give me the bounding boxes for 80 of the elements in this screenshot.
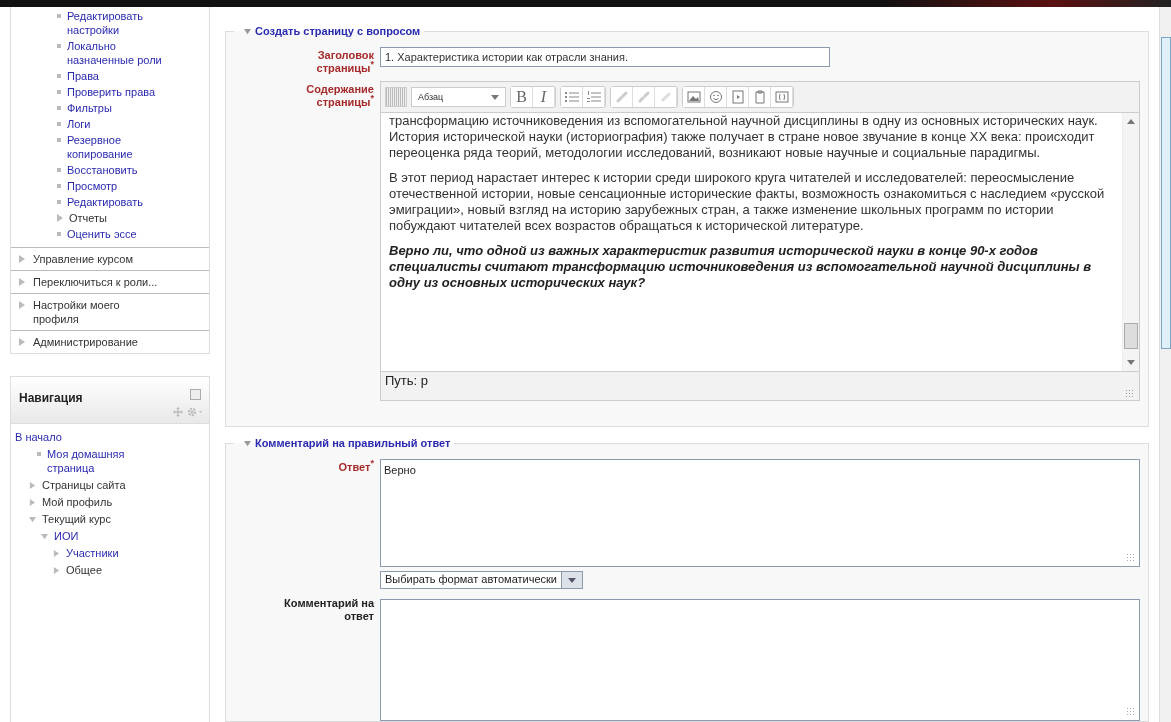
settings-link[interactable]: Логи <box>67 117 91 131</box>
nav-link[interactable]: Текущий курс <box>42 512 111 526</box>
comment-text-area[interactable] <box>380 599 1140 721</box>
paragraph: В этот период нарастает интерес к истории среди широкого круга читателей и исследователей: переосмысление отечественной истории, новые сенсационные исторические факты, возможность ознакомиться с наследием «русской эмиграции», новый взгляд на историю зарубежных стран, а также изменение школьных программ по истории побуждают читателей всех возрастов обращаться к исторической литературе. <box>389 170 1106 234</box>
field-label: Содержание страницы$^{*}$ <box>305 82 374 110</box>
page-scrollbar[interactable] <box>1159 7 1171 722</box>
bullet-icon <box>57 14 61 18</box>
expanded-arrow-icon[interactable] <box>244 439 251 447</box>
bullet-icon <box>57 74 61 78</box>
link-icon[interactable] <box>611 87 633 107</box>
expanded-arrow-icon[interactable] <box>244 27 251 35</box>
image-icon[interactable] <box>683 87 705 107</box>
settings-link[interactable]: Отчеты <box>69 211 108 225</box>
settings-link[interactable]: Локально назначенные роли <box>67 39 175 67</box>
settings-link[interactable]: Просмотр <box>67 179 118 193</box>
block-title: Навигация <box>19 391 83 405</box>
collapsed-arrow-icon[interactable] <box>19 255 25 263</box>
caret-icon[interactable] <box>568 577 576 583</box>
title-input[interactable]: 1. Характеристика истории как отрасли знания. <box>380 47 830 67</box>
bullet-icon <box>57 168 61 172</box>
caret-icon[interactable] <box>491 94 499 100</box>
settings-section-link[interactable]: Управление курсом <box>33 252 133 266</box>
format-dropdown[interactable]: Выбирать формат автоматически <box>380 571 583 589</box>
collapsed-arrow-icon[interactable] <box>53 567 60 574</box>
settings-link[interactable]: Редактировать настройки <box>67 9 175 37</box>
nav-link[interactable]: Общее <box>66 563 103 577</box>
collapsed-arrow-icon[interactable] <box>57 214 63 222</box>
scroll-down-icon[interactable] <box>1127 360 1135 365</box>
move-icon[interactable] <box>173 407 183 417</box>
section-legend[interactable]: Создать страницу с вопросом <box>255 25 421 37</box>
bullet-icon <box>57 138 61 142</box>
collapsed-arrow-icon[interactable] <box>53 550 60 557</box>
settings-icon[interactable] <box>187 407 203 417</box>
settings-link[interactable]: Фильтры <box>67 101 112 115</box>
bullet-icon <box>57 90 61 94</box>
nav-link[interactable]: Моя домашняя страница <box>47 447 173 475</box>
paragraph: трансформацию источниковедения из вспомогательной научной дисциплины в одну из основных исторических наук. История исторической науки (историография) также получает в стране новое звучание в конце XX века: происходит переоценка ряда теорий, методологии исследований, возникают новые научные и социальные парадигмы. <box>389 113 1099 161</box>
settings-section-link[interactable]: Настройки моего профиля <box>33 298 159 326</box>
answer-text-area[interactable]: Верно <box>380 459 1140 567</box>
settings-link[interactable]: Проверить права <box>67 85 156 99</box>
section-legend[interactable]: Комментарий на правильный ответ <box>255 437 451 449</box>
nav-link[interactable]: В начало <box>15 430 62 444</box>
bullet-icon <box>57 184 61 188</box>
bullet-icon <box>57 232 61 236</box>
field-label: Ответ$^{*}$ <box>337 459 374 475</box>
bold-button[interactable]: B <box>511 87 533 107</box>
nav-link[interactable]: Страницы сайта <box>42 478 126 492</box>
settings-link[interactable]: Права <box>67 69 99 83</box>
format-dropdown[interactable]: Абзац <box>411 87 506 107</box>
settings-link[interactable]: Редактировать <box>67 195 143 209</box>
nav-link[interactable]: ИОИ <box>54 529 79 543</box>
expanded-arrow-icon[interactable] <box>29 516 36 523</box>
settings-link[interactable]: Резервное копирование <box>67 133 175 161</box>
bullet-list-icon[interactable] <box>561 87 583 107</box>
collapsed-arrow-icon[interactable] <box>19 301 25 309</box>
settings-section-link[interactable]: Переключиться к роли... <box>33 275 158 289</box>
field-label: Комментарий на ответ <box>283 596 374 624</box>
expanded-arrow-icon[interactable] <box>41 533 48 540</box>
dock-icon[interactable] <box>190 389 201 400</box>
collapsed-arrow-icon[interactable] <box>29 499 36 506</box>
collapsed-arrow-icon[interactable] <box>29 482 36 489</box>
bullet-icon <box>57 44 61 48</box>
collapsed-arrow-icon[interactable] <box>19 278 25 286</box>
collapsed-arrow-icon[interactable] <box>19 338 25 346</box>
nav-link[interactable]: Участники <box>66 546 119 560</box>
element-path: Путь: p <box>385 373 429 388</box>
scrollbar[interactable] <box>1122 113 1139 371</box>
bullet-icon <box>57 200 61 204</box>
bullet-icon <box>57 122 61 126</box>
settings-section-link[interactable]: Администрирование <box>33 335 138 349</box>
toolbar-toggle-icon[interactable] <box>385 87 407 107</box>
scroll-thumb[interactable] <box>1124 323 1138 349</box>
bullet-icon <box>37 452 41 456</box>
field-label: Заголовок страницы$^{*}$ <box>315 48 374 75</box>
settings-link[interactable]: Оценить эссе <box>67 227 137 241</box>
nav-link[interactable]: Мой профиль <box>42 495 113 509</box>
paragraph: Верно ли, что одной из важных характеристик развития исторической науки в конце 90-х годов специалисты считают трансформацию источниковедения из вспомогательной научной дисциплины в одну из основных исторических наук? <box>389 243 1093 291</box>
scroll-up-icon[interactable] <box>1127 119 1135 124</box>
settings-link[interactable]: Восстановить <box>67 163 138 177</box>
bullet-icon <box>57 106 61 110</box>
